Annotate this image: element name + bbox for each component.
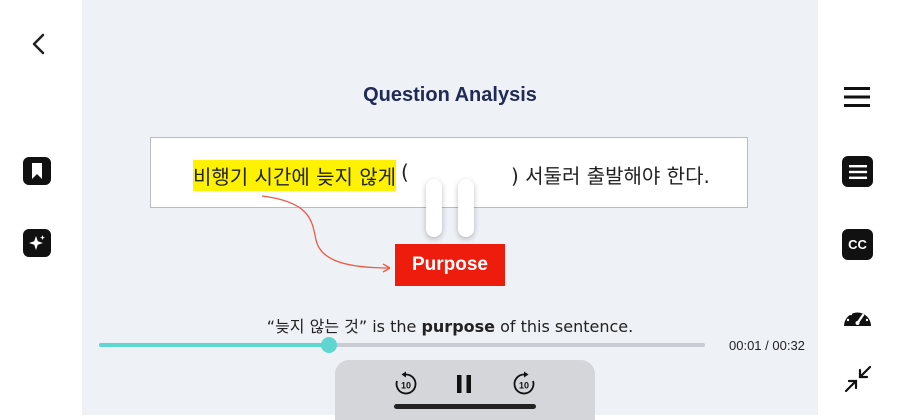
caption-bold: purpose	[421, 317, 496, 336]
pause-button[interactable]	[452, 372, 476, 396]
right-toolbar	[818, 0, 900, 415]
blank-open-paren: (	[401, 160, 409, 184]
pause-overlay-bar-right	[458, 179, 474, 237]
speed-gauge-icon[interactable]	[842, 302, 873, 330]
purpose-label: Purpose	[395, 244, 505, 286]
annotation-arrow	[261, 195, 391, 273]
home-indicator	[394, 404, 536, 409]
caption-prefix: “늦지 않는 것” is the	[266, 317, 422, 336]
progress-fill	[99, 343, 329, 347]
cc-label: CC	[848, 237, 867, 252]
pause-overlay-bar-left	[426, 179, 442, 237]
pause-overlay[interactable]	[426, 179, 478, 239]
highlighted-phrase: 비행기 시간에 늦지 않게	[193, 160, 397, 191]
replay-10-label: 10	[401, 381, 411, 391]
page-title: Question Analysis	[363, 84, 537, 106]
forward-10-label: 10	[519, 381, 529, 391]
menu-icon[interactable]	[843, 85, 871, 109]
left-toolbar	[0, 0, 82, 415]
forward-10-icon[interactable]: 10	[511, 371, 537, 397]
time-display: 00:01 / 00:32	[729, 338, 805, 353]
minimize-icon[interactable]	[843, 364, 873, 394]
replay-10-icon[interactable]: 10	[393, 371, 419, 397]
caption-suffix: of this sentence.	[495, 317, 634, 336]
back-icon[interactable]	[26, 32, 50, 56]
sentence-rest: ) 서둘러 출발해야 한다.	[511, 164, 710, 188]
sparkles-icon[interactable]	[23, 229, 51, 257]
closed-captions-icon[interactable]: CC	[842, 229, 873, 260]
progress-handle[interactable]	[321, 337, 337, 353]
caption-text: “늦지 않는 것” is the purpose of this sentenc…	[82, 313, 818, 337]
bookmark-icon[interactable]	[23, 157, 51, 185]
list-icon[interactable]	[842, 156, 873, 187]
